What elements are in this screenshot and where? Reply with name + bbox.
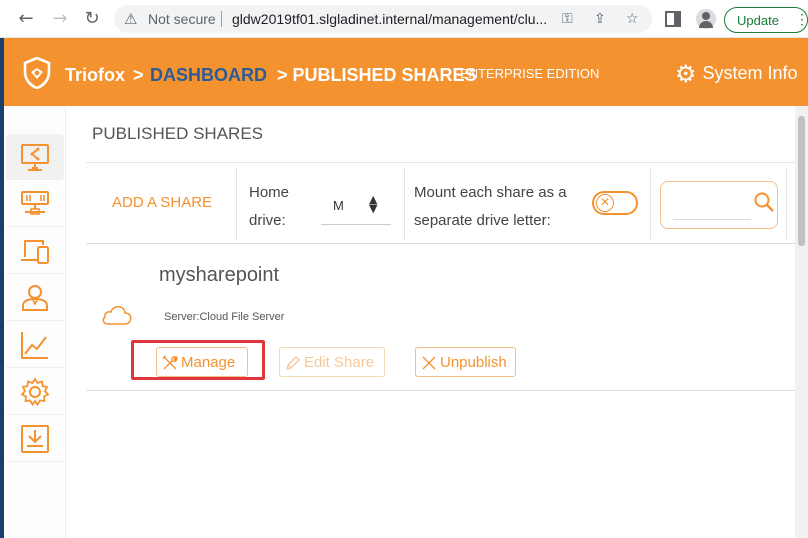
share-search-box	[660, 181, 778, 229]
back-arrow-icon[interactable]: ←	[16, 9, 36, 29]
home-drive-select[interactable]: M ▲ ▼	[321, 193, 391, 225]
bookmark-star-icon[interactable]: ☆	[626, 11, 639, 27]
download-icon	[21, 425, 49, 453]
toolbar-divider	[236, 169, 237, 239]
home-drive-label: Home drive:	[249, 184, 290, 229]
devices-icon	[21, 240, 49, 264]
server-icon	[21, 191, 49, 215]
shares-toolbar: ADD A SHARE Home drive: M ▲ ▼ Mount each …	[86, 162, 795, 244]
edit-share-button[interactable]: Edit Share	[279, 347, 385, 377]
brand-name: Triofox	[65, 65, 126, 85]
menu-dots-icon: ⋮	[795, 11, 808, 27]
gear-icon: ⚙	[675, 60, 697, 88]
profile-avatar-icon[interactable]	[696, 9, 716, 29]
app-header: Triofox > DASHBOARD > PUBLISHED SHARES E…	[4, 38, 808, 106]
home-drive-value: M	[333, 198, 344, 213]
server-label: Server:Cloud File Server	[164, 311, 285, 323]
sidebar-item-devices[interactable]	[6, 228, 64, 274]
cloud-icon	[102, 306, 132, 325]
search-input[interactable]	[673, 202, 751, 220]
security-label: Not secure	[148, 11, 216, 27]
unpublish-label: Unpublish	[440, 354, 507, 371]
update-button[interactable]: Update ⋮	[724, 7, 808, 33]
main-scrollbar[interactable]	[795, 106, 808, 538]
mount-drive-toggle[interactable]: ✕	[592, 191, 638, 215]
add-share-button[interactable]: ADD A SHARE	[112, 194, 212, 211]
url-text[interactable]: gldw2019tf01.slgladinet.internal/managem…	[232, 11, 552, 27]
edition-label: ENTERPRISE EDITION	[460, 66, 600, 81]
toggle-off-icon: ✕	[596, 194, 614, 212]
edit-share-label: Edit Share	[304, 354, 375, 371]
sidebar-item-settings[interactable]	[6, 369, 64, 415]
sidebar-item-downloads[interactable]	[6, 416, 64, 462]
page-title: PUBLISHED SHARES	[92, 124, 263, 143]
forward-arrow-icon[interactable]: →	[50, 9, 70, 29]
sidebar-item-users[interactable]	[6, 275, 64, 321]
omnibox-separator	[221, 11, 222, 27]
gear-icon	[20, 377, 50, 407]
update-label: Update	[737, 13, 779, 28]
browser-toolbar: ← → ↻ ⚠ Not secure gldw2019tf01.slgladin…	[0, 0, 808, 38]
toolbar-divider	[786, 169, 787, 239]
search-icon[interactable]	[753, 191, 775, 213]
system-info-label: System Info	[702, 63, 798, 83]
side-panel-icon[interactable]	[665, 11, 681, 27]
sidebar-item-published-shares[interactable]	[6, 134, 64, 180]
chart-icon	[21, 332, 48, 359]
pencil-icon	[286, 356, 300, 370]
toolbar-divider	[650, 169, 651, 239]
user-icon	[22, 285, 48, 311]
close-icon	[422, 356, 436, 370]
sidebar-item-servers[interactable]	[6, 181, 64, 227]
toolbar-divider	[404, 169, 405, 239]
sidebar	[4, 106, 66, 538]
scrollbar-thumb[interactable]	[798, 116, 805, 246]
sidebar-item-reports[interactable]	[6, 322, 64, 368]
breadcrumb-current: > PUBLISHED SHARES	[277, 65, 477, 85]
share-monitor-icon	[21, 144, 49, 171]
triofox-logo-icon[interactable]	[22, 57, 52, 89]
mount-drive-label: Mount each share as a separate drive let…	[414, 184, 567, 229]
system-info-button[interactable]: ⚙ System Info	[675, 60, 798, 88]
unpublish-button[interactable]: Unpublish	[415, 347, 516, 377]
warning-icon: ⚠	[124, 10, 138, 28]
share-icon[interactable]: ⇪	[594, 11, 606, 27]
reload-icon[interactable]: ↻	[82, 9, 102, 29]
breadcrumb-separator: >	[133, 65, 144, 85]
select-arrows-icon: ▲ ▼	[369, 193, 378, 215]
share-name: mysharepoint	[159, 264, 280, 286]
breadcrumb-dashboard-link[interactable]: DASHBOARD	[150, 65, 267, 86]
address-bar[interactable]: ⚠ Not secure gldw2019tf01.slgladinet.int…	[114, 5, 652, 33]
highlight-box	[131, 340, 265, 380]
key-icon[interactable]: ⚿	[562, 11, 573, 27]
